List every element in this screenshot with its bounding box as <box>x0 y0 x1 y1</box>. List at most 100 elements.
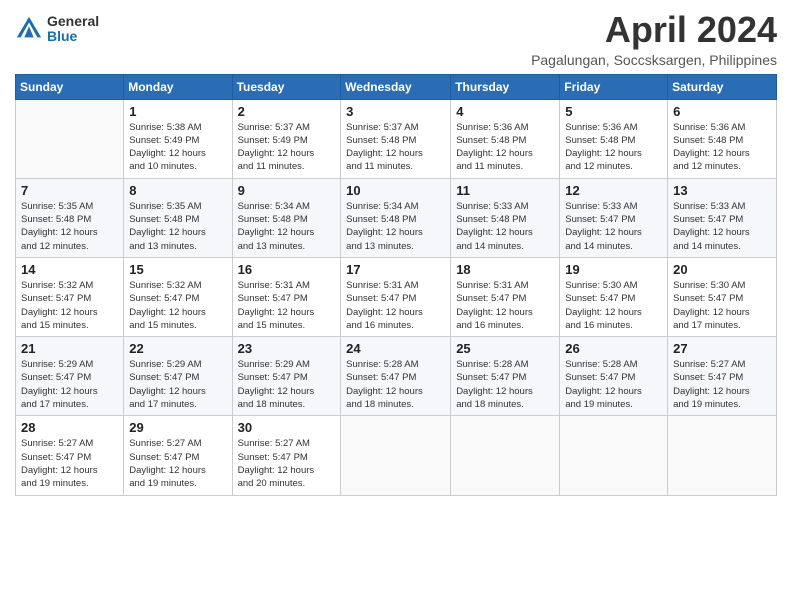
day-number: 22 <box>129 341 226 356</box>
day-info: Sunrise: 5:27 AM Sunset: 5:47 PM Dayligh… <box>238 437 336 490</box>
day-info: Sunrise: 5:27 AM Sunset: 5:47 PM Dayligh… <box>21 437 118 490</box>
day-info: Sunrise: 5:33 AM Sunset: 5:47 PM Dayligh… <box>565 200 662 253</box>
calendar-subtitle: Pagalungan, Soccsksargen, Philippines <box>531 52 777 68</box>
calendar-table: Sunday Monday Tuesday Wednesday Thursday… <box>15 74 777 496</box>
logo-general-text: General <box>47 14 99 29</box>
calendar-week-row: 28 Sunrise: 5:27 AM Sunset: 5:47 PM Dayli… <box>16 416 777 495</box>
day-info: Sunrise: 5:33 AM Sunset: 5:48 PM Dayligh… <box>456 200 554 253</box>
table-row: 13Sunrise: 5:33 AM Sunset: 5:47 PM Dayli… <box>668 178 777 257</box>
table-row: 20 Sunrise: 5:30 AM Sunset: 5:47 PM Dayli… <box>668 257 777 336</box>
col-monday: Monday <box>124 74 232 99</box>
day-number: 9 <box>238 183 336 198</box>
day-number: 19 <box>565 262 662 277</box>
table-row: 10 Sunrise: 5:34 AM Sunset: 5:48 PM Dayli… <box>341 178 451 257</box>
table-row: 4 Sunrise: 5:36 AM Sunset: 5:48 PM Daylig… <box>451 99 560 178</box>
calendar-title: April 2024 <box>531 10 777 50</box>
day-number: 10 <box>346 183 445 198</box>
day-info: Sunrise: 5:28 AM Sunset: 5:47 PM Dayligh… <box>456 358 554 411</box>
day-info: Sunrise: 5:31 AM Sunset: 5:47 PM Dayligh… <box>238 279 336 332</box>
day-info: Sunrise: 5:34 AM Sunset: 5:48 PM Dayligh… <box>346 200 445 253</box>
day-info: Sunrise: 5:38 AM Sunset: 5:49 PM Dayligh… <box>129 121 226 174</box>
table-row: 29 Sunrise: 5:27 AM Sunset: 5:47 PM Dayli… <box>124 416 232 495</box>
table-row: 27 Sunrise: 5:27 AM Sunset: 5:47 PM Dayli… <box>668 337 777 416</box>
calendar-header-row: Sunday Monday Tuesday Wednesday Thursday… <box>16 74 777 99</box>
day-info: Sunrise: 5:32 AM Sunset: 5:47 PM Dayligh… <box>129 279 226 332</box>
day-info: Sunrise: 5:27 AM Sunset: 5:47 PM Dayligh… <box>129 437 226 490</box>
day-info: Sunrise: 5:37 AM Sunset: 5:48 PM Dayligh… <box>346 121 445 174</box>
day-info: Sunrise: 5:28 AM Sunset: 5:47 PM Dayligh… <box>565 358 662 411</box>
table-row: 8 Sunrise: 5:35 AM Sunset: 5:48 PM Daylig… <box>124 178 232 257</box>
day-number: 16 <box>238 262 336 277</box>
day-number: 11 <box>456 183 554 198</box>
day-number: 7 <box>21 183 118 198</box>
col-thursday: Thursday <box>451 74 560 99</box>
day-info: Sunrise: 5:28 AM Sunset: 5:47 PM Dayligh… <box>346 358 445 411</box>
day-info: Sunrise: 5:27 AM Sunset: 5:47 PM Dayligh… <box>673 358 771 411</box>
day-number: 21 <box>21 341 118 356</box>
title-block: April 2024 Pagalungan, Soccsksargen, Phi… <box>531 10 777 68</box>
day-info: Sunrise: 5:29 AM Sunset: 5:47 PM Dayligh… <box>129 358 226 411</box>
page-header: General Blue April 2024 Pagalungan, Socc… <box>15 10 777 68</box>
calendar-week-row: 1 Sunrise: 5:38 AM Sunset: 5:49 PM Daylig… <box>16 99 777 178</box>
day-number: 2 <box>238 104 336 119</box>
day-number: 8 <box>129 183 226 198</box>
table-row <box>451 416 560 495</box>
table-row: 9 Sunrise: 5:34 AM Sunset: 5:48 PM Daylig… <box>232 178 341 257</box>
day-info: Sunrise: 5:30 AM Sunset: 5:47 PM Dayligh… <box>565 279 662 332</box>
col-tuesday: Tuesday <box>232 74 341 99</box>
day-info: Sunrise: 5:30 AM Sunset: 5:47 PM Dayligh… <box>673 279 771 332</box>
table-row: 21Sunrise: 5:29 AM Sunset: 5:47 PM Dayli… <box>16 337 124 416</box>
table-row: 15 Sunrise: 5:32 AM Sunset: 5:47 PM Dayli… <box>124 257 232 336</box>
day-number: 29 <box>129 420 226 435</box>
day-number: 5 <box>565 104 662 119</box>
day-number: 3 <box>346 104 445 119</box>
table-row: 24Sunrise: 5:28 AM Sunset: 5:47 PM Dayli… <box>341 337 451 416</box>
day-info: Sunrise: 5:35 AM Sunset: 5:48 PM Dayligh… <box>21 200 118 253</box>
col-friday: Friday <box>560 74 668 99</box>
day-number: 12 <box>565 183 662 198</box>
col-wednesday: Wednesday <box>341 74 451 99</box>
col-saturday: Saturday <box>668 74 777 99</box>
col-sunday: Sunday <box>16 74 124 99</box>
day-number: 30 <box>238 420 336 435</box>
table-row <box>560 416 668 495</box>
table-row: 3 Sunrise: 5:37 AM Sunset: 5:48 PM Daylig… <box>341 99 451 178</box>
day-info: Sunrise: 5:31 AM Sunset: 5:47 PM Dayligh… <box>456 279 554 332</box>
day-number: 15 <box>129 262 226 277</box>
day-number: 26 <box>565 341 662 356</box>
table-row: 23Sunrise: 5:29 AM Sunset: 5:47 PM Dayli… <box>232 337 341 416</box>
day-info: Sunrise: 5:36 AM Sunset: 5:48 PM Dayligh… <box>456 121 554 174</box>
table-row <box>668 416 777 495</box>
table-row: 22 Sunrise: 5:29 AM Sunset: 5:47 PM Dayli… <box>124 337 232 416</box>
table-row: 14Sunrise: 5:32 AM Sunset: 5:47 PM Dayli… <box>16 257 124 336</box>
day-info: Sunrise: 5:29 AM Sunset: 5:47 PM Dayligh… <box>238 358 336 411</box>
day-info: Sunrise: 5:33 AM Sunset: 5:47 PM Dayligh… <box>673 200 771 253</box>
table-row: 12 Sunrise: 5:33 AM Sunset: 5:47 PM Dayli… <box>560 178 668 257</box>
day-info: Sunrise: 5:36 AM Sunset: 5:48 PM Dayligh… <box>673 121 771 174</box>
day-info: Sunrise: 5:36 AM Sunset: 5:48 PM Dayligh… <box>565 121 662 174</box>
logo-blue-text: Blue <box>47 29 99 44</box>
day-info: Sunrise: 5:35 AM Sunset: 5:48 PM Dayligh… <box>129 200 226 253</box>
day-number: 28 <box>21 420 118 435</box>
table-row: 2Sunrise: 5:37 AM Sunset: 5:49 PM Daylig… <box>232 99 341 178</box>
table-row: 25 Sunrise: 5:28 AM Sunset: 5:47 PM Dayli… <box>451 337 560 416</box>
day-number: 14 <box>21 262 118 277</box>
day-number: 27 <box>673 341 771 356</box>
table-row: 11 Sunrise: 5:33 AM Sunset: 5:48 PM Dayli… <box>451 178 560 257</box>
table-row: 16 Sunrise: 5:31 AM Sunset: 5:47 PM Dayli… <box>232 257 341 336</box>
table-row: 6Sunrise: 5:36 AM Sunset: 5:48 PM Daylig… <box>668 99 777 178</box>
table-row <box>16 99 124 178</box>
table-row <box>341 416 451 495</box>
table-row: 17Sunrise: 5:31 AM Sunset: 5:47 PM Dayli… <box>341 257 451 336</box>
day-info: Sunrise: 5:34 AM Sunset: 5:48 PM Dayligh… <box>238 200 336 253</box>
table-row: 1 Sunrise: 5:38 AM Sunset: 5:49 PM Daylig… <box>124 99 232 178</box>
logo-icon <box>15 15 43 43</box>
table-row: 19 Sunrise: 5:30 AM Sunset: 5:47 PM Dayli… <box>560 257 668 336</box>
day-number: 20 <box>673 262 771 277</box>
day-number: 1 <box>129 104 226 119</box>
day-number: 4 <box>456 104 554 119</box>
day-number: 25 <box>456 341 554 356</box>
table-row: 5 Sunrise: 5:36 AM Sunset: 5:48 PM Daylig… <box>560 99 668 178</box>
day-number: 17 <box>346 262 445 277</box>
calendar-week-row: 14 Sunrise: 5:32 AM Sunset: 5:47 PM Dayli… <box>16 257 777 336</box>
